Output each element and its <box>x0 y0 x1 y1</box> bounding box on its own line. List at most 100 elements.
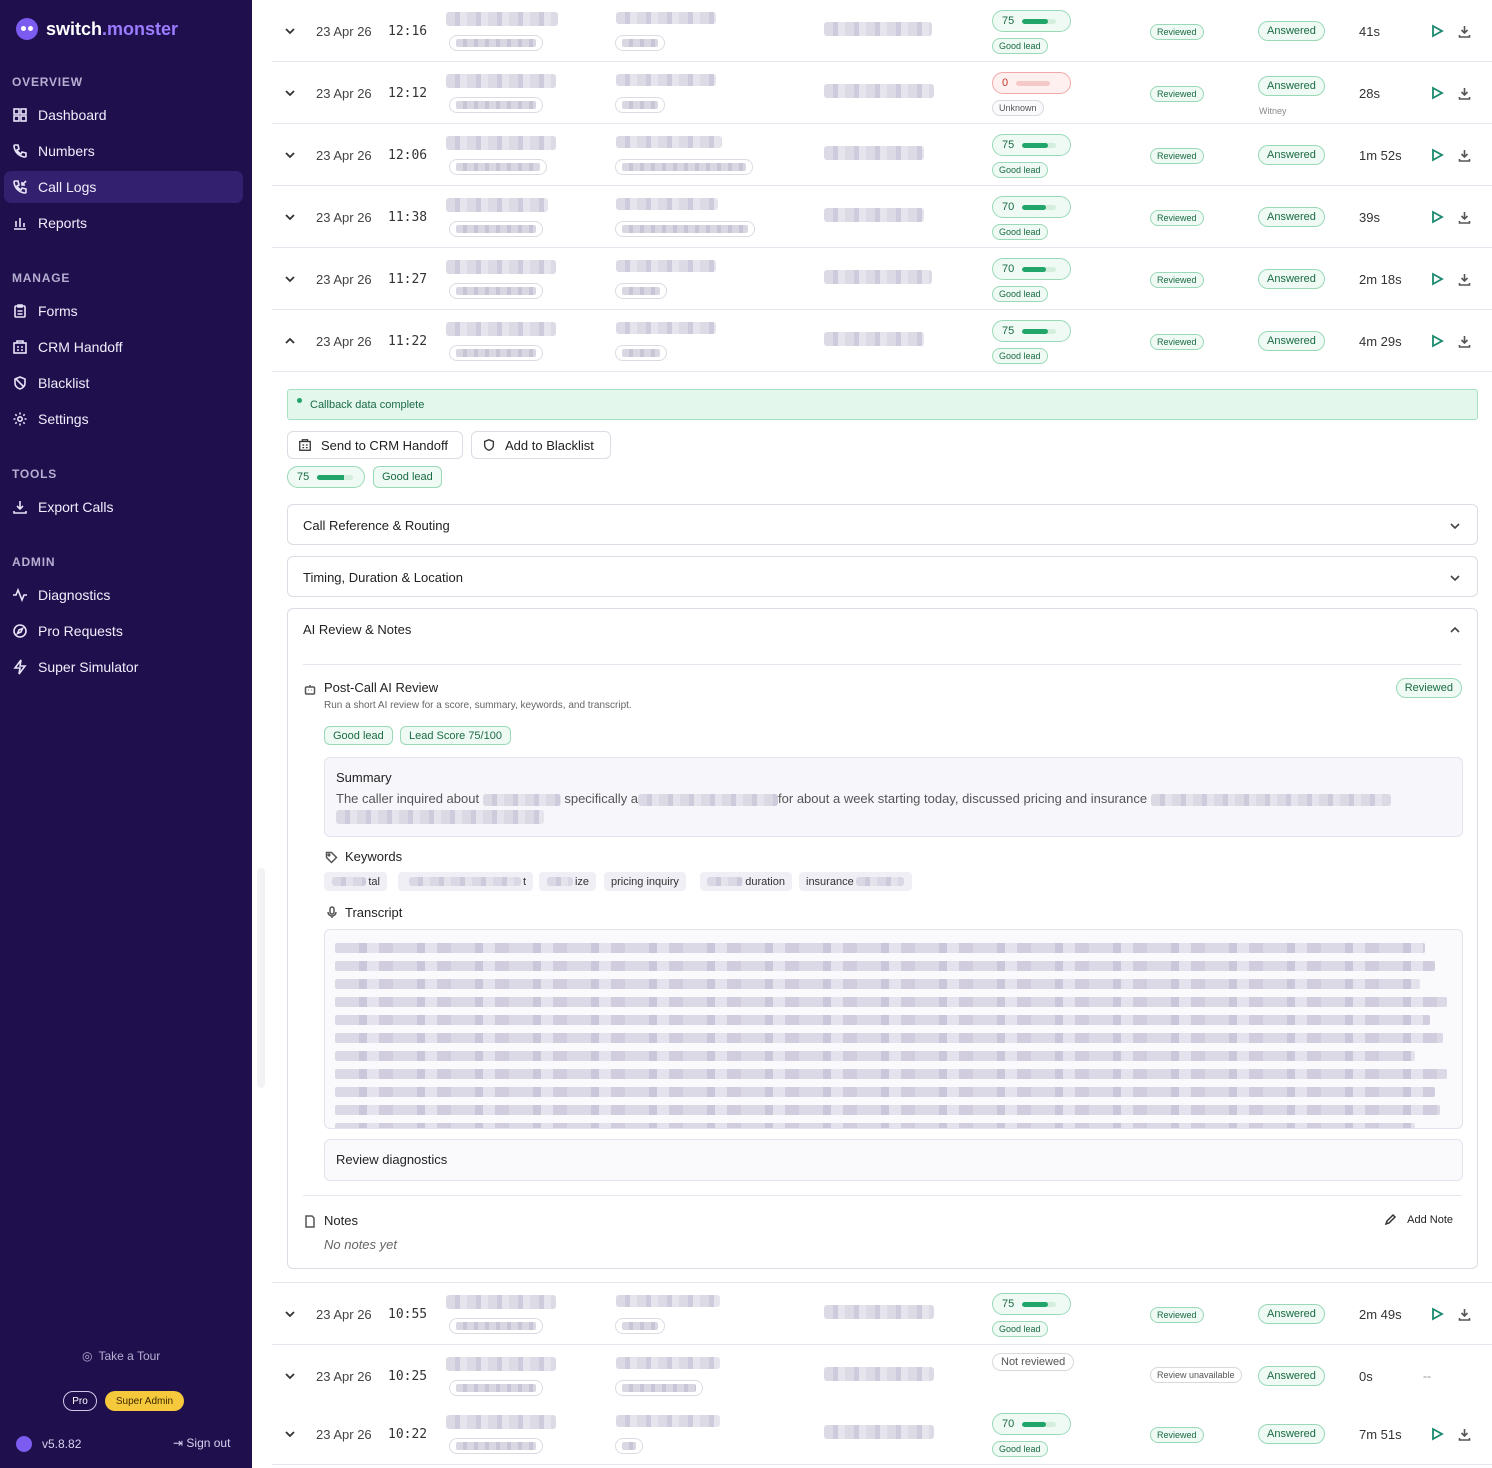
download-icon[interactable] <box>1458 1428 1471 1441</box>
summary-box: Summary The caller inquired about specif… <box>324 757 1463 837</box>
table-row[interactable]: 23 Apr 26 11:27 70 Good lead Reviewed Answere… <box>272 248 1492 310</box>
accordion-timing[interactable]: Timing, Duration & Location <box>287 556 1478 597</box>
redacted-text <box>446 1295 556 1309</box>
scrollbar-thumb[interactable] <box>257 868 265 1088</box>
brand-logo[interactable]: switch.monster <box>16 18 178 40</box>
sidebar-item-numbers[interactable]: Numbers <box>4 135 243 167</box>
play-icon[interactable] <box>1430 210 1444 224</box>
accordion-call-reference[interactable]: Call Reference & Routing <box>287 504 1478 545</box>
play-icon[interactable] <box>1430 334 1444 348</box>
sidebar-item-call-logs[interactable]: Call Logs <box>4 171 243 203</box>
table-row[interactable]: 23 Apr 26 11:22 75 Good lead Reviewed Answere… <box>272 310 1492 372</box>
lead-score-fill <box>1022 142 1048 148</box>
call-status-badge: Answered <box>1258 207 1325 227</box>
section-tools: TOOLS <box>12 467 58 481</box>
sidebar-item-label: Export Calls <box>38 499 114 515</box>
sidebar-item-label: Super Simulator <box>38 659 139 675</box>
transcript-box[interactable] <box>324 929 1463 1129</box>
call-date: 23 Apr 26 <box>316 1427 372 1442</box>
chevron-down-icon[interactable] <box>284 272 296 284</box>
send-crm-handoff-button[interactable]: Send to CRM Handoff <box>287 431 463 459</box>
download-icon[interactable] <box>1458 211 1471 224</box>
sidebar-item-settings[interactable]: Settings <box>4 403 243 435</box>
add-to-blacklist-button[interactable]: Add to Blacklist <box>471 431 611 459</box>
keywords-title: Keywords <box>345 849 403 864</box>
table-row[interactable]: 23 Apr 26 10:55 75 Good lead Reviewed Answere… <box>272 1283 1492 1345</box>
download-icon[interactable] <box>1458 1308 1471 1321</box>
lead-score-badge: 75 <box>992 10 1071 32</box>
redacted-text <box>446 12 558 26</box>
download-icon[interactable] <box>1458 335 1471 348</box>
call-time: 11:27 <box>388 272 428 287</box>
play-icon[interactable] <box>1430 86 1444 100</box>
divider <box>303 1195 1462 1196</box>
take-tour-link[interactable]: ◎ Take a Tour <box>82 1349 160 1363</box>
call-status-badge: Answered <box>1258 269 1325 289</box>
chevron-down-icon[interactable] <box>284 210 296 222</box>
review-status-badge: Reviewed <box>1150 1307 1204 1323</box>
sidebar-item-blacklist[interactable]: Blacklist <box>4 367 243 399</box>
add-note-button[interactable]: Add Note <box>1384 1213 1453 1226</box>
phone-icon <box>12 143 28 159</box>
keyword-chip: t <box>398 872 533 891</box>
sidebar-item-crm-handoff[interactable]: CRM Handoff <box>4 331 243 363</box>
download-icon[interactable] <box>1458 149 1471 162</box>
call-time: 11:38 <box>388 210 428 225</box>
play-icon[interactable] <box>1430 272 1444 286</box>
redacted-text <box>855 877 904 886</box>
sign-out-button[interactable]: ⇥ Sign out <box>173 1436 230 1450</box>
sidebar-item-diagnostics[interactable]: Diagnostics <box>4 579 243 611</box>
lead-score-track <box>1022 18 1057 24</box>
lead-score-badge: 0 <box>992 72 1071 94</box>
call-date: 23 Apr 26 <box>316 24 372 39</box>
redacted-text <box>622 163 746 171</box>
table-row[interactable]: 23 Apr 26 12:12 0 Unknown Reviewed Answered Wi… <box>272 62 1492 124</box>
call-duration: 7m 51s <box>1359 1427 1402 1442</box>
lead-quality-badge: Good lead <box>992 162 1048 178</box>
call-date: 23 Apr 26 <box>316 272 372 287</box>
redacted-text <box>824 332 924 346</box>
lead-score-value: 70 <box>1002 201 1015 213</box>
bar-chart-icon <box>12 215 28 231</box>
sidebar-item-super-simulator[interactable]: Super Simulator <box>4 651 243 683</box>
chevron-down-icon[interactable] <box>284 1427 296 1439</box>
download-icon[interactable] <box>1458 87 1471 100</box>
accordion-title[interactable]: AI Review & Notes <box>288 609 1477 649</box>
chevron-down-icon[interactable] <box>284 86 296 98</box>
chevron-up-icon[interactable] <box>1449 623 1461 635</box>
chevron-down-icon[interactable] <box>284 1369 296 1381</box>
download-icon[interactable] <box>1458 25 1471 38</box>
redacted-text <box>408 877 521 886</box>
table-row[interactable]: 23 Apr 26 10:25 Not reviewed Review unavail… <box>272 1345 1492 1407</box>
sidebar-item-reports[interactable]: Reports <box>4 207 243 239</box>
table-row[interactable]: 23 Apr 26 11:38 70 Good lead Reviewed Answere… <box>272 186 1492 248</box>
play-icon[interactable] <box>1430 24 1444 38</box>
not-reviewed-badge: Not reviewed <box>992 1353 1075 1371</box>
lead-quality-badge: Good lead <box>373 466 442 488</box>
sidebar-item-forms[interactable]: Forms <box>4 295 243 327</box>
lead-score-value: 70 <box>1002 1418 1015 1430</box>
download-icon[interactable] <box>1458 273 1471 286</box>
redacted-text <box>335 997 1447 1007</box>
gear-icon <box>12 411 28 427</box>
redacted-text <box>622 101 658 109</box>
play-icon[interactable] <box>1430 148 1444 162</box>
chevron-up-icon[interactable] <box>284 334 296 346</box>
table-row[interactable]: 23 Apr 26 12:16 75 Good lead Reviewed Answere… <box>272 0 1492 62</box>
post-call-review-title: Post-Call AI Review <box>324 680 439 695</box>
table-row[interactable]: 23 Apr 26 12:06 75 Good lead Reviewed Answere… <box>272 124 1492 186</box>
accordion-title: Call Reference & Routing <box>303 517 450 533</box>
play-icon[interactable] <box>1430 1307 1444 1321</box>
redacted-text <box>335 979 1420 989</box>
sidebar-item-export-calls[interactable]: Export Calls <box>4 491 243 523</box>
table-row[interactable]: 23 Apr 26 10:22 70 Good lead Reviewed Answere… <box>272 1403 1492 1465</box>
sidebar-item-dashboard[interactable]: Dashboard <box>4 99 243 131</box>
play-icon[interactable] <box>1430 1427 1444 1441</box>
review-diagnostics-box[interactable]: Review diagnostics <box>324 1139 1463 1181</box>
chevron-down-icon[interactable] <box>284 1307 296 1319</box>
clipboard-icon <box>12 303 28 319</box>
compass-icon: ◎ <box>82 1349 93 1363</box>
chevron-down-icon[interactable] <box>284 24 296 36</box>
sidebar-item-pro-requests[interactable]: Pro Requests <box>4 615 243 647</box>
chevron-down-icon[interactable] <box>284 148 296 160</box>
